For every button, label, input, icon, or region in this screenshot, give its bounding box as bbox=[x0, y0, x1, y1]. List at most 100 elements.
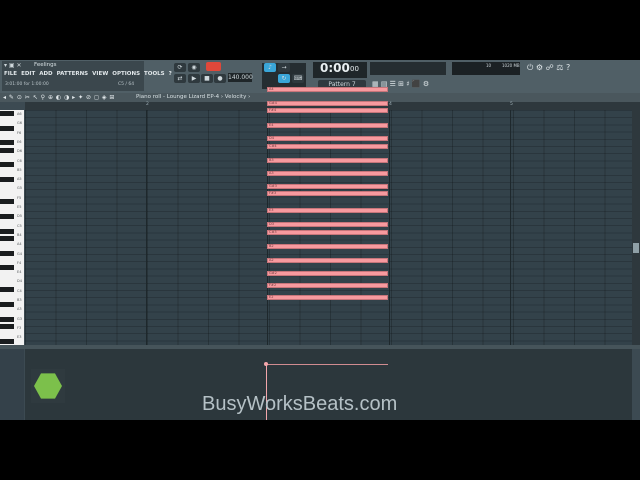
note-label: C#3 bbox=[269, 230, 277, 234]
black-key[interactable] bbox=[0, 125, 14, 131]
song-mode-button[interactable] bbox=[206, 62, 221, 71]
metronome-icon[interactable]: ♪ bbox=[264, 63, 276, 72]
key-label: E3 bbox=[17, 335, 22, 340]
menu-file[interactable]: FILE bbox=[4, 71, 17, 77]
time-main: 0:00 bbox=[320, 61, 350, 75]
menu-view[interactable]: VIEW bbox=[92, 71, 108, 77]
black-key[interactable] bbox=[0, 235, 14, 241]
stop-button[interactable]: ■ bbox=[201, 74, 213, 83]
note-block[interactable]: D4 bbox=[267, 136, 388, 141]
key-label: C5 bbox=[17, 223, 22, 228]
event-editor-sidebar bbox=[0, 349, 24, 420]
scrollbar-thumb[interactable] bbox=[633, 243, 639, 253]
black-key[interactable] bbox=[0, 265, 14, 271]
note-label: A4 bbox=[269, 87, 274, 91]
piano-roll-breadcrumb[interactable]: Piano roll - Lounge Lizard EP-4 › Veloci… bbox=[136, 94, 250, 100]
note-label: G#2 bbox=[269, 271, 277, 275]
play-button[interactable]: ▶ bbox=[188, 74, 200, 83]
black-key[interactable] bbox=[0, 147, 14, 153]
black-key[interactable] bbox=[0, 140, 14, 146]
black-key[interactable] bbox=[0, 338, 14, 344]
pat-icon[interactable]: ⇄ bbox=[174, 74, 186, 83]
settings-icons[interactable]: ⏻ ⚙ ☍ ⚖ ? bbox=[527, 63, 570, 73]
menu-tools[interactable]: TOOLS bbox=[144, 71, 165, 77]
bar-line bbox=[510, 110, 511, 345]
hint-note: C5 / 64 bbox=[118, 82, 135, 87]
loop-record-icon[interactable]: ↻ bbox=[278, 74, 290, 83]
note-block[interactable]: G#2 bbox=[267, 271, 388, 276]
memory-value: 1020 MB bbox=[502, 63, 520, 68]
note-block[interactable]: G#4 bbox=[267, 101, 388, 106]
black-key[interactable] bbox=[0, 316, 14, 322]
black-key[interactable] bbox=[0, 250, 14, 256]
note-label: E2 bbox=[269, 295, 274, 299]
typing-keyboard-icon[interactable]: ⌨ bbox=[292, 74, 304, 83]
key-label: F5 bbox=[17, 195, 22, 200]
note-block[interactable]: A4 bbox=[267, 87, 388, 92]
note-block[interactable]: F#3 bbox=[267, 191, 388, 196]
menu-patterns[interactable]: PATTERNS bbox=[57, 71, 89, 77]
note-label: C#4 bbox=[269, 144, 277, 148]
note-block[interactable]: G#3 bbox=[267, 184, 388, 189]
note-label: F#4 bbox=[269, 108, 277, 112]
menu-edit[interactable]: EDIT bbox=[21, 71, 35, 77]
black-key[interactable] bbox=[0, 228, 14, 234]
note-block[interactable]: B3 bbox=[267, 158, 388, 163]
key-label: F4 bbox=[17, 260, 22, 265]
time-sub: 00 bbox=[350, 65, 359, 73]
tool-icons[interactable]: ◂ ✎ ⊙ ✂ ↖ ⚲ ⊕ ◐ ◑ ▸ ✦ ⊘ ◻ ◈ ⊞ bbox=[3, 94, 115, 101]
black-key[interactable] bbox=[0, 301, 14, 307]
note-block[interactable]: B2 bbox=[267, 244, 388, 249]
note-label: G#4 bbox=[269, 101, 277, 105]
key-label: C6 bbox=[17, 158, 22, 163]
black-key[interactable] bbox=[0, 199, 14, 205]
key-label: A3 bbox=[17, 307, 22, 312]
key-label: G5 bbox=[17, 186, 22, 191]
note-block[interactable]: E2 bbox=[267, 295, 388, 300]
black-key[interactable] bbox=[0, 111, 14, 116]
note-label: E3 bbox=[269, 208, 274, 212]
daw-window: ▾ ▣ ✕ Feelings FILE EDIT ADD PATTERNS VI… bbox=[0, 60, 640, 420]
cpu-value: 10 bbox=[486, 63, 492, 68]
piano-keyboard[interactable]: A6 G6 F6 E6 D6 C6 B5 A5 G5 F5 E5 D5 C5 B4 A4 G4 F4 E4 D4 C4… bbox=[0, 110, 24, 345]
key-label: A5 bbox=[17, 177, 22, 182]
key-label: E6 bbox=[17, 139, 22, 144]
black-key[interactable] bbox=[0, 287, 14, 293]
hint-bar: 3:01:00 for 1:00:00 bbox=[5, 82, 49, 87]
note-block[interactable]: E4 bbox=[267, 123, 388, 128]
velocity-handle[interactable] bbox=[264, 362, 268, 366]
cpu-graph bbox=[370, 62, 446, 75]
key-label: D5 bbox=[17, 214, 22, 219]
menu-options[interactable]: OPTIONS bbox=[112, 71, 140, 77]
note-grid[interactable]: A4 G#4 F#4 E4 D4 C#4 B3 A3 G#3 F#3 E3 D3 C#3 B2 A2 G#2 F… bbox=[25, 87, 632, 345]
black-key[interactable] bbox=[0, 323, 14, 329]
menu-help[interactable]: ? bbox=[169, 71, 172, 77]
tempo-display[interactable]: 140.000 bbox=[228, 73, 253, 82]
black-key[interactable] bbox=[0, 162, 14, 168]
key-label: B5 bbox=[17, 167, 22, 172]
record-button[interactable]: ● bbox=[214, 74, 226, 83]
bar-number: 5 bbox=[510, 102, 513, 107]
record-mode-icon[interactable]: ◉ bbox=[188, 63, 200, 72]
pattern-song-icon[interactable]: ⟳ bbox=[174, 63, 186, 72]
note-block[interactable]: D3 bbox=[267, 222, 388, 227]
note-block[interactable]: C#4 bbox=[267, 144, 388, 149]
note-label: E4 bbox=[269, 123, 274, 127]
key-label: C4 bbox=[17, 288, 22, 293]
black-key[interactable] bbox=[0, 213, 14, 219]
black-key[interactable] bbox=[0, 177, 14, 183]
note-block[interactable]: F#4 bbox=[267, 108, 388, 113]
wait-icon[interactable]: → bbox=[278, 63, 290, 72]
note-block[interactable]: F#2 bbox=[267, 283, 388, 288]
window-controls-icon[interactable]: ▾ ▣ ✕ bbox=[4, 62, 22, 69]
note-label: A2 bbox=[269, 258, 274, 262]
note-block[interactable]: A2 bbox=[267, 258, 388, 263]
key-label: D4 bbox=[17, 279, 22, 284]
note-block[interactable]: A3 bbox=[267, 171, 388, 176]
key-label: E5 bbox=[17, 205, 22, 209]
velocity-level-line bbox=[266, 364, 388, 365]
note-block[interactable]: C#3 bbox=[267, 230, 388, 235]
menu-add[interactable]: ADD bbox=[39, 71, 52, 77]
note-block[interactable]: E3 bbox=[267, 208, 388, 213]
vertical-scrollbar[interactable] bbox=[632, 110, 640, 345]
